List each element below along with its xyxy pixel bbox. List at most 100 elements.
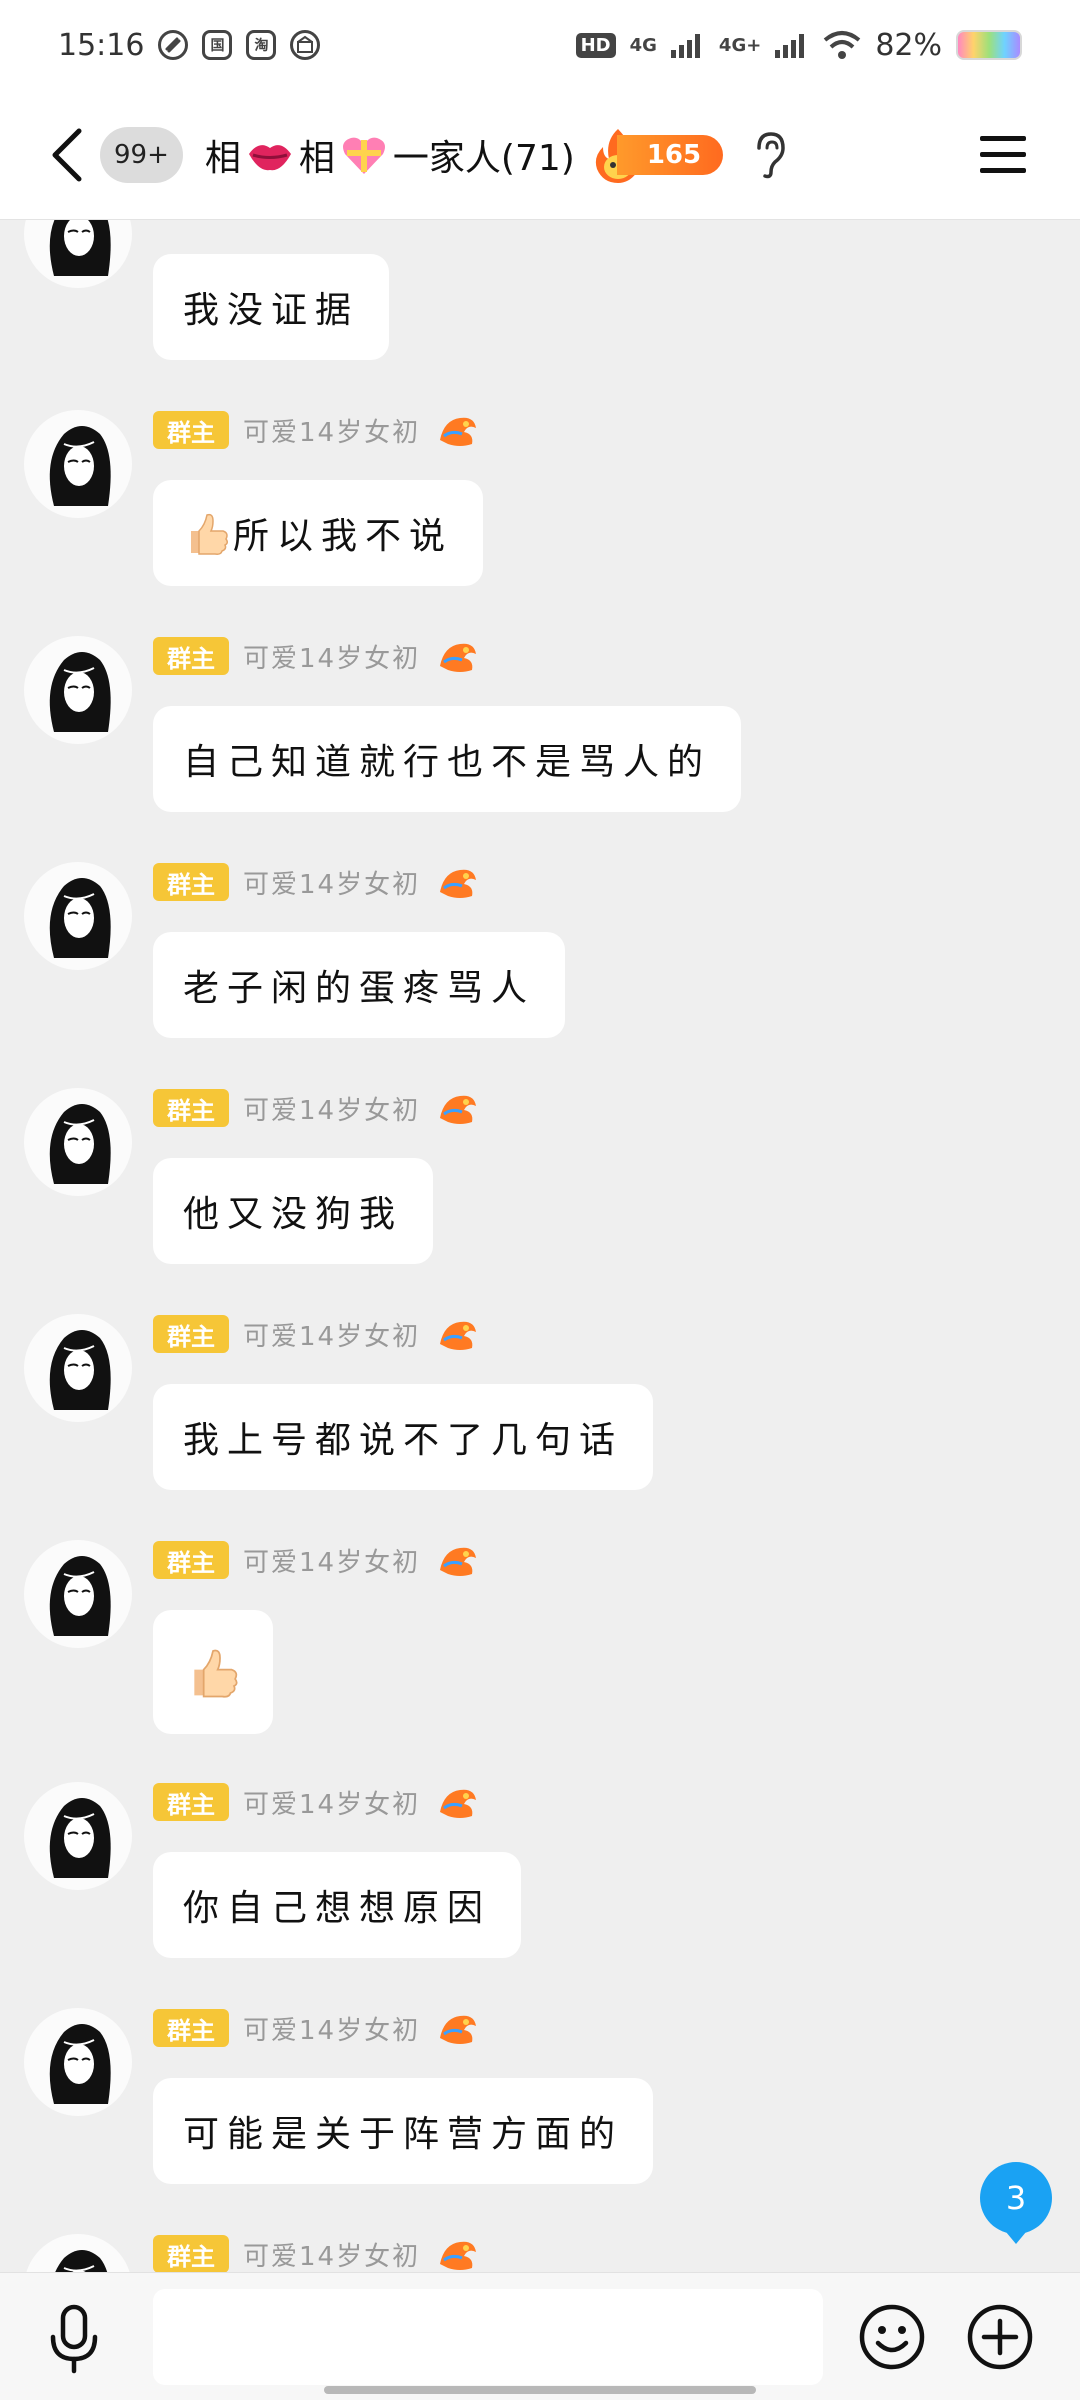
message-meta: 群主 可爱14岁女初 <box>153 1314 480 1354</box>
message-text: 我没证据 <box>183 290 360 331</box>
owner-badge: 群主 <box>153 411 229 449</box>
avatar-image <box>49 652 111 732</box>
dragon-level-icon <box>440 2241 477 2270</box>
message-bubble[interactable]: 所以我不说 <box>153 480 484 586</box>
message-bubble[interactable]: 我没证据 <box>153 254 390 360</box>
message-meta: 群主 可爱14岁女初 <box>153 1782 480 1822</box>
avatar-image <box>49 878 111 958</box>
dragon-level-icon <box>440 869 477 898</box>
avatar-image <box>49 1104 111 1184</box>
avatar[interactable] <box>24 2234 132 2272</box>
avatar[interactable] <box>24 220 132 288</box>
avatar[interactable] <box>24 1088 132 1196</box>
message-meta: 群主 可爱14岁女初 <box>153 1540 480 1580</box>
wifi-icon <box>824 31 861 59</box>
owner-badge: 群主 <box>153 1541 229 1579</box>
message-bubble[interactable] <box>153 1610 273 1734</box>
chat-message-list[interactable]: 我没证据 群主 可爱14岁女初 所以我不说 群主 可爱14岁女初 自己知道就行也… <box>0 220 1080 2272</box>
hd-badge: HD <box>575 32 616 58</box>
unread-count-badge[interactable]: 99+ <box>100 126 183 183</box>
message-input[interactable] <box>153 2289 823 2385</box>
avatar[interactable] <box>24 1782 132 1890</box>
sender-nickname[interactable]: 可爱14岁女初 <box>243 2010 420 2047</box>
avatar-image <box>49 1798 111 1878</box>
avatar-image <box>49 220 111 276</box>
microphone-icon[interactable] <box>44 2303 104 2375</box>
new-messages-badge[interactable]: 3 <box>980 2162 1052 2244</box>
network-4gplus-label: 4G+ <box>718 34 762 56</box>
sender-nickname[interactable]: 可爱14岁女初 <box>243 638 420 675</box>
message-bubble[interactable]: 你自己想想原因 <box>153 1852 522 1958</box>
owner-badge: 群主 <box>153 2009 229 2047</box>
message-text: 所以我不说 <box>233 516 454 557</box>
avatar-image <box>49 1556 111 1636</box>
group-fire-badge[interactable]: 165 <box>591 128 724 183</box>
smiley-icon[interactable] <box>858 2303 926 2371</box>
owner-badge: 群主 <box>153 1783 229 1821</box>
avatar-image <box>55 2250 108 2272</box>
dragon-level-icon <box>440 1321 477 1350</box>
avatar[interactable] <box>24 636 132 744</box>
hamburger-menu-icon[interactable] <box>978 133 1028 177</box>
message-meta: 群主 可爱14岁女初 <box>153 636 480 676</box>
signal-icon-2 <box>775 34 805 58</box>
avatar[interactable] <box>24 1314 132 1422</box>
sender-nickname[interactable]: 可爱14岁女初 <box>243 864 420 901</box>
message-meta: 群主 可爱14岁女初 <box>153 862 480 902</box>
avatar[interactable] <box>24 2008 132 2116</box>
home-indicator[interactable] <box>324 2386 756 2394</box>
fire-count: 165 <box>616 134 724 175</box>
owner-badge: 群主 <box>153 1315 229 1353</box>
message-meta: 群主 可爱14岁女初 <box>153 2234 480 2272</box>
owner-badge: 群主 <box>153 863 229 901</box>
message-text: 我上号都说不了几句话 <box>183 1420 624 1461</box>
group-title[interactable]: 相 相 一家人(71) <box>205 129 575 181</box>
sender-nickname[interactable]: 可爱14岁女初 <box>243 2236 420 2273</box>
ear-icon[interactable] <box>749 130 789 180</box>
dragon-level-icon <box>440 643 477 672</box>
dragon-level-icon <box>440 1547 477 1576</box>
message-text: 他又没狗我 <box>183 1194 404 1235</box>
message-bubble[interactable]: 他又没狗我 <box>153 1158 434 1264</box>
plus-circle-icon[interactable] <box>966 2303 1034 2371</box>
message-bubble[interactable]: 可能是关于阵营方面的 <box>153 2078 654 2184</box>
signal-icon <box>670 34 700 58</box>
chat-header: 99+ 相 相 一家人(71) 165 <box>0 90 1080 220</box>
owner-badge: 群主 <box>153 1089 229 1127</box>
thumbs-up-emoji-icon <box>194 1649 238 1698</box>
thumbs-up-emoji-icon <box>191 513 229 555</box>
lips-emoji-icon <box>248 144 291 170</box>
news-app-icon: 国 <box>202 30 233 60</box>
sender-nickname[interactable]: 可爱14岁女初 <box>243 1784 420 1821</box>
dragon-level-icon <box>440 1095 477 1124</box>
message-bubble[interactable]: 老子闲的蛋疼骂人 <box>153 932 566 1038</box>
chevron-left-icon <box>52 128 82 181</box>
message-text: 自己知道就行也不是骂人的 <box>183 742 712 783</box>
battery-icon <box>956 30 1022 60</box>
status-left: 15:16 国 淘 <box>58 27 321 63</box>
sender-nickname[interactable]: 可爱14岁女初 <box>243 1090 420 1127</box>
avatar-image <box>49 1330 111 1410</box>
sender-nickname[interactable]: 可爱14岁女初 <box>243 1542 420 1579</box>
sender-nickname[interactable]: 可爱14岁女初 <box>243 412 420 449</box>
avatar[interactable] <box>24 1540 132 1648</box>
message-text: 你自己想想原因 <box>183 1888 492 1929</box>
message-bubble[interactable]: 自己知道就行也不是骂人的 <box>153 706 742 812</box>
group-title-part2: 相 <box>298 137 335 179</box>
avatar[interactable] <box>24 410 132 518</box>
app-notification-icon <box>158 30 189 60</box>
status-time: 15:16 <box>58 27 145 63</box>
shop-app-icon <box>290 30 321 60</box>
status-right: HD 4G 4G+ 82% <box>575 28 1022 63</box>
taobao-app-icon: 淘 <box>246 30 277 60</box>
dragon-level-icon <box>440 417 477 446</box>
owner-badge: 群主 <box>153 637 229 675</box>
message-bubble[interactable]: 我上号都说不了几句话 <box>153 1384 654 1490</box>
message-text: 可能是关于阵营方面的 <box>183 2114 624 2155</box>
input-bar <box>0 2272 1080 2400</box>
status-bar: 15:16 国 淘 HD 4G 4G+ 82% <box>0 0 1080 90</box>
group-title-part1: 相 <box>204 137 241 179</box>
sender-nickname[interactable]: 可爱14岁女初 <box>243 1316 420 1353</box>
back-button[interactable] <box>36 115 96 195</box>
avatar[interactable] <box>24 862 132 970</box>
